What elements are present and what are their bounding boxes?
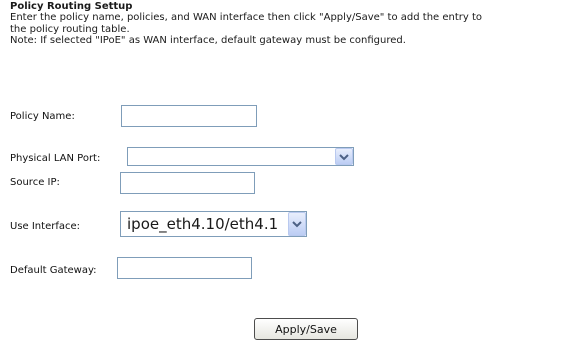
policy-name-input[interactable]	[121, 105, 257, 127]
default-gateway-label: Default Gateway:	[10, 265, 97, 276]
apply-save-button[interactable]: Apply/Save	[254, 318, 358, 340]
lan-port-dropdown-button[interactable]	[335, 148, 353, 165]
use-interface-dropdown-button[interactable]	[288, 212, 306, 236]
intro-line-2: the policy routing table.	[10, 23, 130, 35]
page-title: Policy Routing Settup	[10, 1, 133, 12]
intro-line-3: Note: If selected "IPoE" as WAN interfac…	[10, 35, 406, 46]
source-ip-input[interactable]	[120, 172, 255, 194]
lan-port-label: Physical LAN Port:	[10, 153, 101, 164]
lan-port-select[interactable]	[127, 147, 354, 166]
intro-line-1: Enter the policy name, policies, and WAN…	[10, 12, 483, 23]
use-interface-label: Use Interface:	[10, 221, 80, 232]
use-interface-value: ipoe_eth4.10/eth4.1	[127, 215, 279, 233]
use-interface-select[interactable]: ipoe_eth4.10/eth4.1	[120, 211, 307, 237]
chevron-down-icon	[292, 221, 302, 228]
intro-text: Enter the policy name, policies, and WAN…	[10, 12, 585, 47]
default-gateway-input[interactable]	[117, 257, 252, 279]
chevron-down-icon	[339, 153, 349, 160]
source-ip-label: Source IP:	[10, 177, 60, 188]
policy-name-label: Policy Name:	[10, 111, 75, 122]
